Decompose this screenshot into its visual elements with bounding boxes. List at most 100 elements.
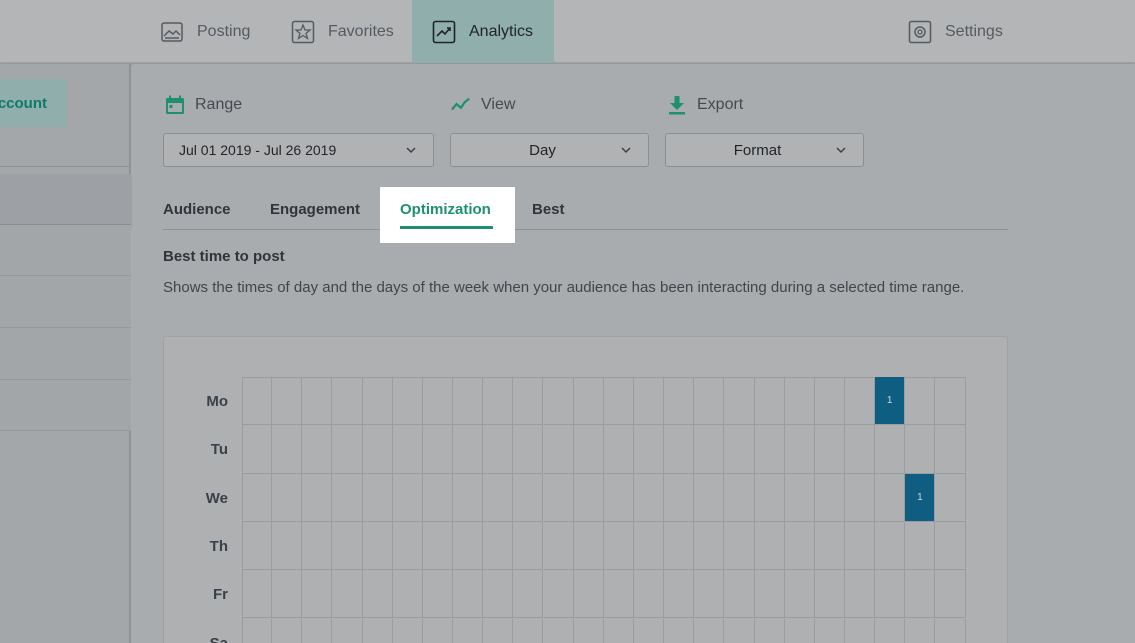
heatmap-cell: [574, 618, 604, 643]
heatmap-cell: [814, 473, 845, 522]
heatmap-cell: [302, 425, 333, 474]
sidebar-item[interactable]: [0, 225, 131, 276]
heatmap-cell: [392, 425, 423, 474]
heatmap-cell: [784, 425, 815, 474]
nav-posting[interactable]: Posting: [160, 0, 250, 63]
heatmap-cell: [453, 570, 484, 619]
sidebar-item[interactable]: [0, 380, 131, 431]
heatmap-cell: [664, 521, 695, 571]
section-title: Best time to post: [163, 248, 285, 265]
heatmap-day-label: Th: [209, 537, 228, 555]
heatmap-cell: [483, 618, 514, 643]
heatmap-cell: [784, 377, 815, 426]
heatmap-cell: [302, 618, 333, 643]
sidebar: ccount: [0, 64, 131, 643]
heatmap-cell: [935, 473, 966, 522]
heatmap-cell: [332, 618, 363, 643]
heatmap-cell: [814, 570, 845, 619]
active-tab-underline: [400, 226, 493, 229]
nav-settings-label: Settings: [945, 22, 1003, 40]
heatmap-cell: [845, 425, 876, 474]
heatmap-cell: [483, 425, 514, 474]
heatmap-cell: [875, 521, 906, 571]
tab-best[interactable]: Best: [532, 201, 565, 218]
heatmap-cell: [875, 473, 906, 522]
heatmap-cell: [935, 618, 966, 643]
view-select[interactable]: Day: [450, 133, 649, 167]
heatmap-cell: [814, 425, 845, 474]
heatmap-cell: [544, 618, 574, 643]
heatmap-cell: [242, 521, 273, 571]
heatmap-cell: [935, 425, 966, 474]
heatmap-cell: [272, 521, 303, 571]
export-select-value: Format: [733, 141, 782, 159]
account-button[interactable]: ccount: [0, 79, 67, 127]
heatmap-cell: [754, 570, 785, 619]
export-format-select[interactable]: Format: [665, 133, 864, 167]
heatmap-cell: [543, 425, 574, 474]
heatmap-cell: [573, 570, 604, 619]
heatmap-cell: [603, 473, 634, 522]
heatmap-cell: [754, 521, 785, 571]
tab-audience[interactable]: Audience: [163, 201, 231, 218]
heatmap-cell: [362, 473, 393, 522]
heatmap-cell: [332, 377, 363, 426]
range-select[interactable]: Jul 01 2019 - Jul 26 2019: [163, 133, 434, 167]
heatmap-cell: [603, 521, 634, 571]
heatmap-cell: [935, 570, 966, 619]
heatmap-cell: [694, 618, 725, 643]
heatmap-cell: [905, 618, 936, 643]
heatmap-cell: [905, 521, 936, 571]
heatmap-cell: [694, 377, 725, 426]
heatmap-cell: [392, 473, 423, 522]
heatmap-cell: [242, 377, 273, 426]
sidebar-item[interactable]: [0, 328, 131, 380]
heatmap-cell: [483, 521, 514, 571]
heatmap-cell: [694, 521, 725, 571]
sidebar-item-selected[interactable]: [0, 174, 131, 225]
heatmap-cell: [543, 570, 574, 619]
heatmap-cell: [905, 425, 936, 474]
heatmap-cell: [754, 473, 785, 522]
heatmap-cell: [664, 377, 695, 426]
heatmap-cell: [875, 425, 906, 474]
heatmap-day-label: Fr: [213, 586, 228, 604]
heatmap-day-label: Mo: [206, 393, 228, 410]
heatmap-cell: [423, 618, 454, 643]
heatmap-cell: [422, 377, 454, 426]
heatmap-cell: [242, 570, 273, 619]
heatmap-cell: [272, 570, 303, 619]
heatmap-cell: [905, 570, 936, 619]
heatmap-cell: [362, 570, 393, 619]
heatmap-cell: [875, 570, 906, 619]
heatmap-cell: [302, 473, 333, 522]
heatmap-cell: [784, 521, 815, 571]
heatmap-cell: [392, 521, 423, 571]
heatmap-cell-filled: 1: [875, 377, 906, 426]
heatmap-cell: [513, 570, 544, 619]
heatmap-cell: [633, 377, 665, 426]
heatmap-cell: [513, 521, 544, 571]
heatmap-cell: [483, 377, 514, 426]
heatmap-cell: [935, 377, 966, 426]
range-label: Range: [165, 94, 242, 116]
heatmap-cell: [422, 473, 454, 522]
heatmap-cell: [453, 618, 484, 643]
tab-optimization[interactable]: Optimization: [400, 201, 491, 218]
heatmap-cell-filled: 1: [905, 473, 936, 522]
heatmap-cell: [362, 521, 393, 571]
heatmap-cell: [543, 377, 574, 426]
tab-engagement[interactable]: Engagement: [270, 201, 360, 218]
tabs-divider: [163, 229, 1008, 230]
nav-favorites[interactable]: Favorites: [291, 0, 394, 63]
heatmap-cell: [272, 618, 303, 643]
sidebar-item[interactable]: [0, 276, 131, 328]
section-description: Shows the times of day and the days of t…: [163, 279, 965, 296]
nav-posting-label: Posting: [197, 22, 251, 40]
heatmap-cell: [784, 473, 815, 522]
heatmap-cell: [905, 377, 936, 426]
nav-settings[interactable]: Settings: [908, 0, 1003, 63]
heatmap-cell: [242, 473, 273, 522]
heatmap-cell: [573, 521, 604, 571]
nav-analytics[interactable]: Analytics: [412, 0, 554, 63]
